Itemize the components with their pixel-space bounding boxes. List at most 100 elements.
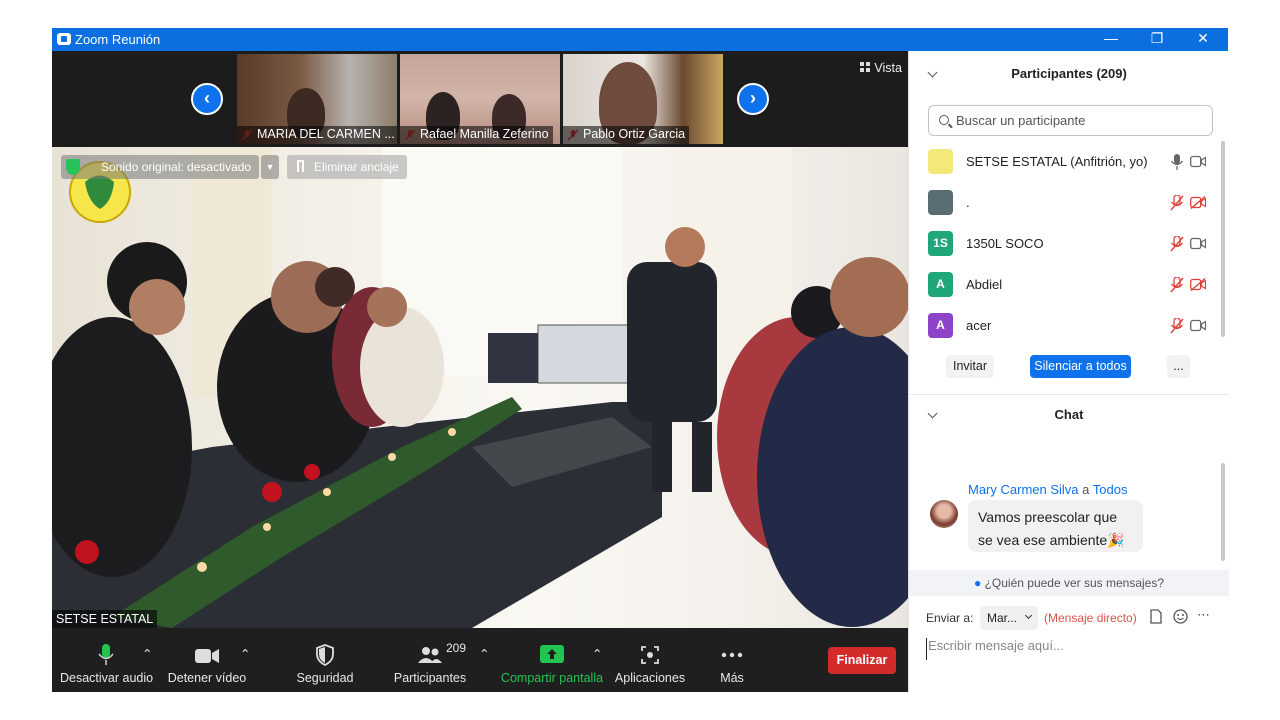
original-sound-toggle[interactable]: Sonido original: desactivado ▼	[61, 155, 280, 179]
thumbnail-name: Rafael Manilla Zeferino	[400, 126, 553, 144]
security-label: Seguridad	[296, 671, 354, 685]
avatar	[928, 149, 953, 174]
mute-button[interactable]: Desactivar audio	[60, 628, 154, 692]
unpin-label: Eliminar anclaje	[314, 160, 399, 174]
participants-icon	[418, 647, 442, 663]
audio-options-caret[interactable]: ⌃	[142, 646, 152, 661]
previous-page-button[interactable]: ‹	[191, 83, 223, 115]
participants-more-button[interactable]: ...	[1167, 355, 1190, 378]
participants-title: Participantes (209)	[1011, 66, 1127, 81]
end-meeting-button[interactable]: Finalizar	[828, 647, 896, 674]
gallery-view-icon	[860, 62, 871, 72]
chat-more-icon[interactable]: ⋯	[1197, 607, 1210, 623]
message-recipient[interactable]: Todos	[1093, 482, 1128, 497]
next-page-button[interactable]: ›	[737, 83, 769, 115]
speaker-name-tag: SETSE ESTATAL	[52, 610, 158, 628]
participant-thumbnail[interactable]: Pablo Ortiz Garcia	[563, 54, 723, 144]
share-screen-button[interactable]: Compartir pantalla	[500, 628, 604, 692]
participants-label: Participantes	[393, 671, 467, 685]
message-sender-line: Mary Carmen Silva a Todos	[968, 482, 1127, 497]
message-to-word: a	[1082, 482, 1090, 497]
participant-row[interactable]: 1S 1350L SOCO	[909, 227, 1219, 268]
search-icon	[939, 115, 949, 125]
more-button[interactable]: Más	[708, 628, 756, 692]
chat-scrollbar[interactable]	[1221, 463, 1225, 561]
chevron-down-icon[interactable]: ▼	[261, 155, 280, 179]
mic-muted-icon[interactable]	[1170, 277, 1184, 293]
party-emoji-icon: 🎉	[1107, 532, 1125, 548]
meeting-toolbar: Desactivar audio ⌃ Detener vídeo ⌃ Segur…	[52, 628, 908, 692]
apps-button[interactable]: Aplicaciones	[614, 628, 686, 692]
recipient-select[interactable]: Mar...	[980, 606, 1038, 630]
restore-button[interactable]: ❐	[1134, 28, 1180, 51]
participants-button[interactable]: 209 Participantes	[390, 628, 470, 692]
participant-name: acer	[966, 318, 992, 333]
chevron-down-icon	[1024, 611, 1033, 620]
search-placeholder: Buscar un participante	[956, 113, 1086, 128]
mute-all-button[interactable]: Silenciar a todos	[1030, 355, 1131, 378]
main-video: Sonido original: desactivado ▼ Eliminar …	[52, 147, 908, 628]
mic-muted-icon[interactable]	[1170, 318, 1184, 334]
recipient-select-value: Mar...	[987, 611, 1018, 625]
collapse-chevron-icon[interactable]	[927, 67, 938, 78]
stop-video-button[interactable]: Detener vídeo	[164, 628, 250, 692]
zoom-window: Zoom Reunión — ❐ ✕ ‹ MARIA DEL CARMEN ..…	[52, 28, 1229, 692]
minimize-button[interactable]: —	[1088, 28, 1134, 51]
file-icon[interactable]	[1150, 609, 1162, 624]
participants-options-caret[interactable]: ⌃	[479, 646, 489, 661]
participant-name: 1350L SOCO	[966, 236, 1044, 251]
who-can-see-label: ¿Quién puede ver sus mensajes?	[984, 576, 1165, 590]
participant-search-input[interactable]: Buscar un participante	[928, 105, 1213, 136]
avatar	[928, 190, 953, 215]
avatar	[930, 500, 958, 528]
video-off-icon[interactable]	[1190, 278, 1206, 291]
invite-button[interactable]: Invitar	[946, 355, 994, 378]
security-button[interactable]: Seguridad	[288, 628, 362, 692]
avatar: 1S	[928, 231, 953, 256]
chat-header: Chat	[909, 407, 1229, 429]
participant-thumbnail[interactable]: MARIA DEL CARMEN ...	[237, 54, 397, 144]
window-title: Zoom Reunión	[75, 32, 161, 47]
video-camera-icon[interactable]	[1190, 237, 1206, 250]
microphone-icon[interactable]	[1170, 154, 1184, 170]
chat-title: Chat	[1054, 407, 1084, 422]
mic-muted-icon[interactable]	[1170, 236, 1184, 252]
who-can-see-messages-link[interactable]: ● ¿Quién puede ver sus mensajes?	[909, 570, 1229, 596]
participant-row[interactable]: A Abdiel	[909, 268, 1219, 309]
video-camera-icon[interactable]	[1190, 155, 1206, 168]
shield-icon	[66, 159, 80, 175]
mute-label: Desactivar audio	[60, 671, 154, 685]
emoji-icon[interactable]	[1173, 609, 1188, 624]
participant-row[interactable]: SETSE ESTATAL (Anfitrión, yo)	[909, 145, 1219, 186]
avatar: A	[928, 272, 953, 297]
shield-icon	[316, 644, 334, 666]
participant-thumbnail[interactable]: Rafael Manilla Zeferino	[400, 54, 560, 144]
person-info-icon: ●	[973, 576, 982, 590]
unpin-button[interactable]: Eliminar anclaje	[287, 155, 407, 179]
mic-muted-icon[interactable]	[1170, 195, 1184, 211]
video-camera-icon[interactable]	[1190, 319, 1206, 332]
collapse-chevron-icon[interactable]	[927, 408, 938, 419]
more-dots-icon	[721, 652, 743, 658]
chat-message-input[interactable]: Escribir mensaje aquí...	[926, 638, 1216, 660]
video-off-icon[interactable]	[1190, 196, 1206, 209]
meeting-room-scene	[52, 147, 908, 628]
participant-list-scrollbar[interactable]	[1221, 141, 1225, 337]
thumbnail-name: MARIA DEL CARMEN ...	[237, 126, 397, 144]
pin-icon	[297, 160, 304, 172]
participant-row[interactable]: Aacer	[909, 309, 1219, 350]
participant-name: SETSE ESTATAL (Anfitrión, yo)	[966, 154, 1148, 169]
view-button[interactable]: Vista	[860, 61, 902, 75]
close-button[interactable]: ✕	[1180, 28, 1226, 51]
video-options-caret[interactable]: ⌃	[240, 646, 250, 661]
share-options-caret[interactable]: ⌃	[592, 646, 602, 661]
participant-row[interactable]: .	[909, 186, 1219, 227]
apps-icon	[641, 646, 659, 664]
send-to-label: Enviar a:	[926, 611, 974, 625]
thumbnail-strip: ‹ MARIA DEL CARMEN ... Rafael Manilla Ze…	[52, 51, 908, 146]
message-sender[interactable]: Mary Carmen Silva	[968, 482, 1079, 497]
share-screen-icon	[540, 645, 564, 663]
original-sound-label: Sonido original: desactivado	[101, 160, 252, 174]
participants-count: 209	[446, 641, 467, 655]
participant-name: .	[966, 195, 970, 210]
